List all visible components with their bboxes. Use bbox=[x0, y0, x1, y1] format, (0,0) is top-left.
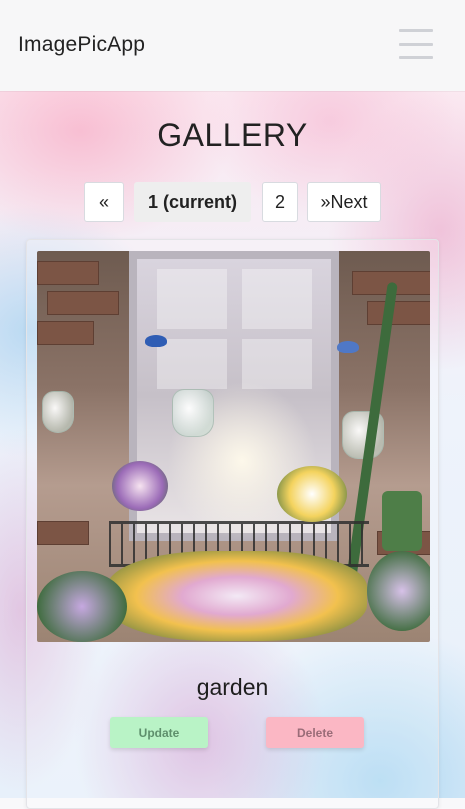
delete-button[interactable]: Delete bbox=[266, 717, 364, 748]
hamburger-line bbox=[399, 42, 433, 46]
hanging-jar bbox=[42, 391, 74, 433]
vine bbox=[382, 491, 422, 551]
hamburger-line bbox=[399, 29, 433, 32]
image-caption: garden bbox=[196, 674, 269, 700]
brick-decor bbox=[37, 521, 89, 545]
brick-decor bbox=[37, 261, 99, 285]
flower-cluster bbox=[277, 466, 347, 522]
page-title: GALLERY bbox=[157, 117, 308, 153]
flower-box bbox=[107, 551, 367, 641]
window-pane bbox=[242, 269, 312, 329]
navbar: ImagePicApp bbox=[0, 0, 465, 91]
brick-decor bbox=[367, 301, 430, 325]
gallery-image[interactable] bbox=[37, 251, 430, 642]
window-pane bbox=[157, 269, 227, 329]
hanging-jar bbox=[172, 389, 214, 437]
bird bbox=[337, 341, 359, 353]
flower-cluster bbox=[37, 571, 127, 642]
brick-decor bbox=[37, 321, 94, 345]
pagination-prev-button[interactable]: « bbox=[84, 182, 124, 222]
hamburger-line bbox=[399, 56, 433, 59]
hamburger-menu-icon[interactable] bbox=[399, 29, 433, 59]
pagination-page-2-button[interactable]: 2 bbox=[262, 182, 298, 222]
bird bbox=[145, 335, 167, 347]
pagination-next-button[interactable]: »Next bbox=[307, 182, 381, 222]
pagination-current-page: 1 (current) bbox=[134, 182, 251, 222]
update-button[interactable]: Update bbox=[110, 717, 208, 748]
brand-logo-text[interactable]: ImagePicApp bbox=[18, 33, 145, 57]
brick-decor bbox=[47, 291, 119, 315]
pagination: « 1 (current) 2 »Next bbox=[0, 182, 465, 222]
flower-cluster bbox=[112, 461, 168, 511]
flower-cluster bbox=[367, 551, 430, 631]
